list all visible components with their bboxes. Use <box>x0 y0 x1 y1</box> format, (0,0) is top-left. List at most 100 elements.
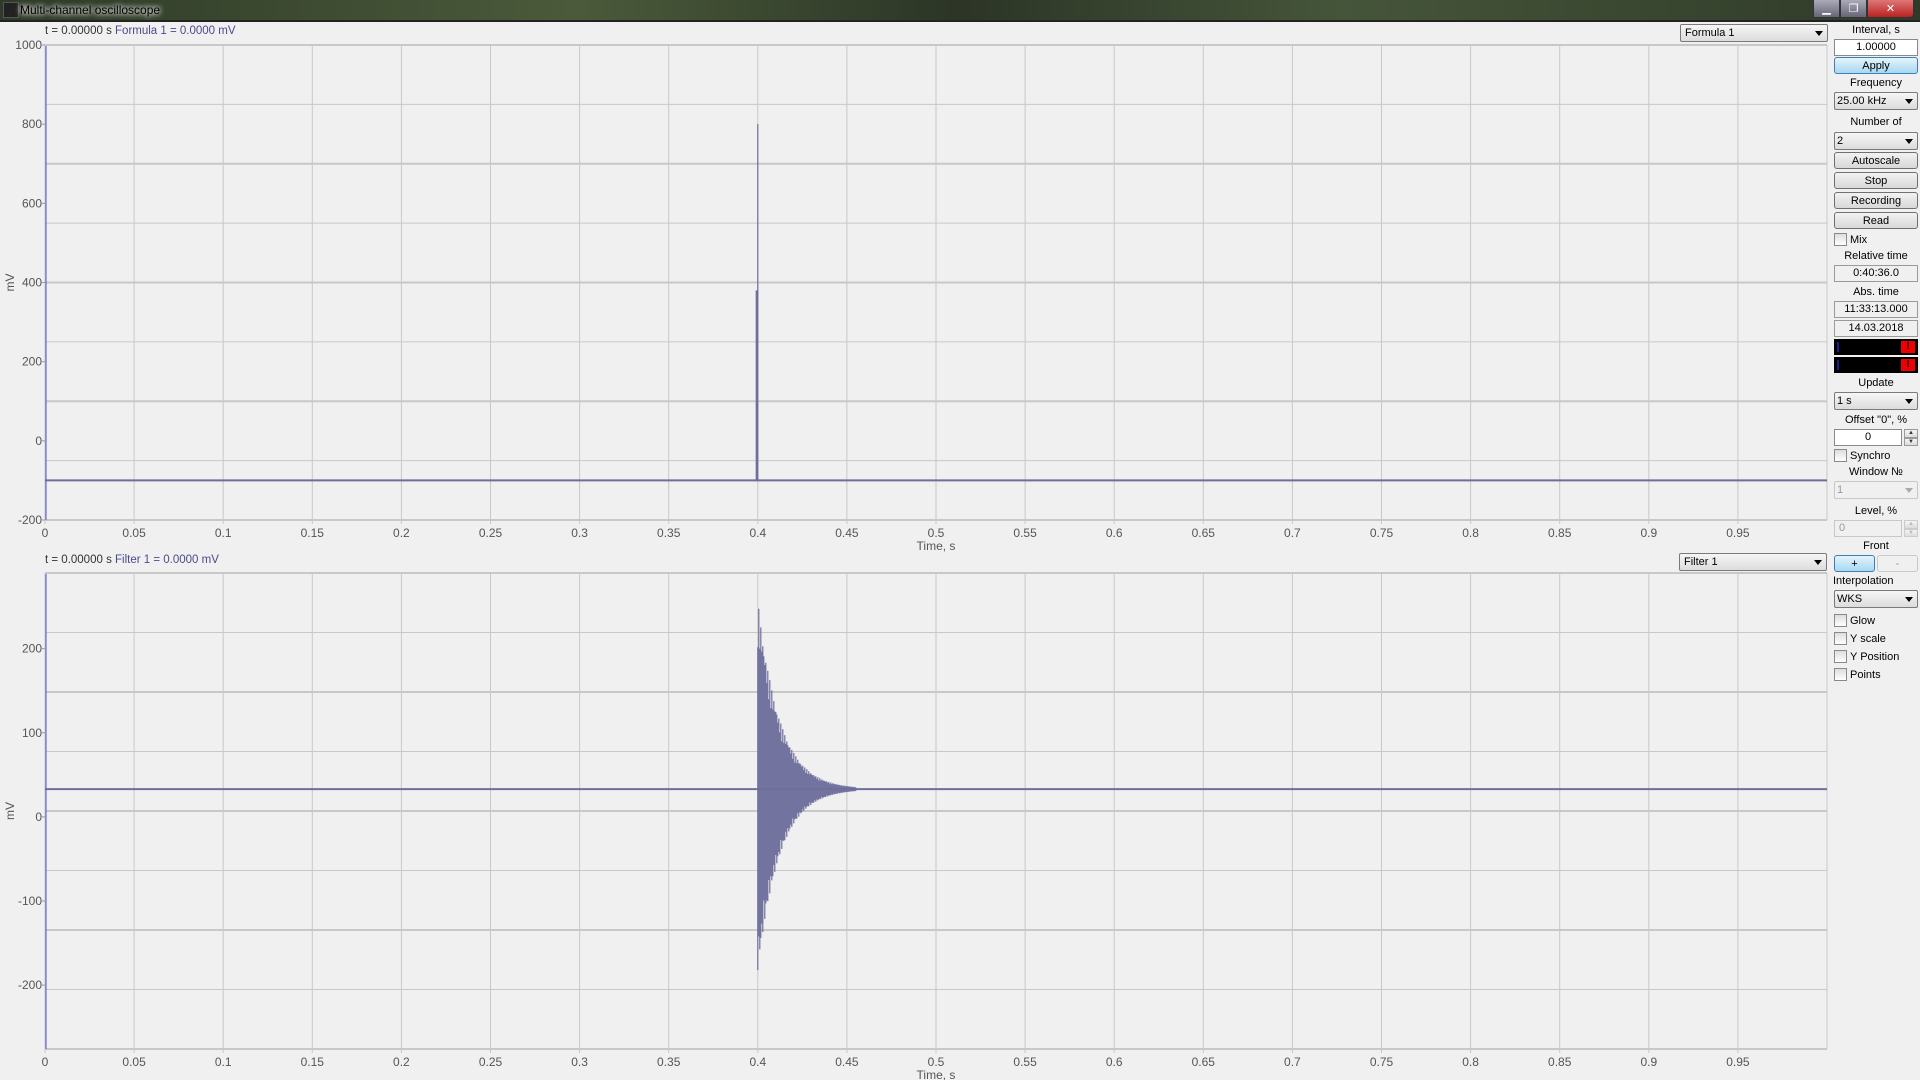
x-tick-label: 0.95 <box>1726 1055 1750 1069</box>
update-value: 1 s <box>1837 395 1852 407</box>
checkbox-box[interactable] <box>1834 650 1847 663</box>
relative-time-label: Relative time <box>1844 250 1908 262</box>
x-tick-label: 0.05 <box>122 1055 146 1069</box>
interpolation-select[interactable]: WKS <box>1834 590 1918 608</box>
apply-button[interactable]: Apply <box>1834 57 1918 74</box>
mix-label: Mix <box>1850 233 1868 246</box>
x-tick-label: 0.75 <box>1370 526 1394 540</box>
spin-down-icon[interactable]: ▼ <box>1904 437 1918 446</box>
y-tick-label: 200 <box>22 642 42 656</box>
chevron-down-icon <box>1905 488 1913 493</box>
x-tick-label: 0.35 <box>657 1055 681 1069</box>
offset-input[interactable]: 0 <box>1834 429 1902 446</box>
y-tick-label: 800 <box>22 117 42 131</box>
spin-down-icon[interactable]: ▼ <box>1904 528 1918 537</box>
x-tick-label: 0.15 <box>301 526 325 540</box>
x-tick-label: 0.55 <box>1013 526 1037 540</box>
abs-date-value: 14.03.2018 <box>1834 320 1918 337</box>
relative-time-value: 0:40:36.0 <box>1834 265 1918 282</box>
control-panel: Interval, s 1.00000 Apply Frequency 25.0… <box>1832 22 1920 683</box>
glow-checkbox[interactable]: Glow <box>1834 612 1920 629</box>
level-bar <box>1837 342 1839 352</box>
x-tick-label: 0.1 <box>215 526 232 540</box>
spin-up-icon[interactable]: ▲ <box>1904 429 1918 438</box>
mix-checkbox[interactable]: Mix <box>1834 231 1920 248</box>
window-select[interactable]: 1 <box>1834 481 1918 499</box>
read-button[interactable]: Read <box>1834 212 1918 229</box>
x-tick-label: 0.65 <box>1192 1055 1216 1069</box>
checkbox-box[interactable] <box>1834 614 1847 627</box>
x-tick-label: 0.25 <box>479 1055 503 1069</box>
interval-label: Interval, s <box>1852 24 1900 36</box>
x-tick-label: 0.2 <box>393 526 410 540</box>
chevron-down-icon <box>1905 597 1913 602</box>
update-select[interactable]: 1 s <box>1834 392 1918 410</box>
title-bar: Multi-channel oscilloscope ▁ ❐ ✕ <box>0 0 1920 22</box>
minimize-button[interactable]: ▁ <box>1813 0 1840 18</box>
x-tick-label: 0.7 <box>1284 526 1301 540</box>
level-input[interactable]: 0 <box>1834 520 1902 537</box>
x-tick-label: 0.45 <box>835 1055 859 1069</box>
x-tick-label: 0.4 <box>749 526 766 540</box>
points-checkbox[interactable]: Points <box>1834 666 1920 683</box>
number-value: 2 <box>1837 135 1844 147</box>
frequency-value: 25.00 kHz <box>1837 95 1887 107</box>
checkbox-box[interactable] <box>1834 449 1847 462</box>
x-tick-label: 0.8 <box>1462 1055 1479 1069</box>
chevron-down-icon <box>1905 139 1913 144</box>
x-tick-label: 0.35 <box>657 526 681 540</box>
x-tick-label: 0.4 <box>749 1055 766 1069</box>
x-tick-label: 0.8 <box>1462 526 1479 540</box>
x-tick-label: 0.25 <box>479 526 503 540</box>
stop-button[interactable]: Stop <box>1834 172 1918 189</box>
front-minus-button[interactable]: - <box>1877 555 1918 572</box>
x-tick-label: 0 <box>42 1055 49 1069</box>
front-plus-button[interactable]: + <box>1834 555 1875 572</box>
synchro-checkbox[interactable]: Synchro <box>1834 447 1920 464</box>
y-position-checkbox[interactable]: Y Position <box>1834 648 1920 665</box>
y-axis-label: mV <box>3 802 17 820</box>
abs-time-label: Abs. time <box>1853 286 1899 298</box>
y-tick-label: 600 <box>22 196 42 210</box>
level-spinner[interactable]: 0 ▲ ▼ <box>1834 520 1918 537</box>
autoscale-button[interactable]: Autoscale <box>1834 152 1918 169</box>
interpolation-label: Interpolation <box>1833 575 1894 587</box>
maximize-button[interactable]: ❐ <box>1840 0 1867 18</box>
offset-label: Offset "0", % <box>1844 414 1908 426</box>
x-axis-label: Time, s <box>917 1068 956 1080</box>
chevron-down-icon <box>1905 399 1913 404</box>
x-tick-label: 0.7 <box>1284 1055 1301 1069</box>
synchro-label: Synchro <box>1850 449 1891 462</box>
interval-input[interactable]: 1.00000 <box>1834 39 1918 56</box>
x-tick-label: 0.75 <box>1370 1055 1394 1069</box>
close-button[interactable]: ✕ <box>1867 0 1914 18</box>
chart-formula[interactable]: 0 0.05 0.1 0.15 0.2 0.25 0.3 0.35 0.4 0.45 0.5 0.55… <box>0 22 1830 552</box>
chart-filter[interactable]: 0 0.05 0.1 0.15 0.2 0.25 0.3 0.35 0.4 0.45 0.5 0.55… <box>0 551 1830 1080</box>
recording-button[interactable]: Recording <box>1834 192 1918 209</box>
number-select[interactable]: 2 <box>1834 132 1918 150</box>
checkbox-box[interactable] <box>1834 233 1847 246</box>
y-position-label: Y Position <box>1850 650 1900 663</box>
frequency-select[interactable]: 25.00 kHz <box>1834 92 1918 110</box>
y-tick-label: -100 <box>18 894 42 908</box>
y-scale-checkbox[interactable]: Y scale <box>1834 630 1920 647</box>
y-tick-label: 0 <box>35 434 42 448</box>
x-tick-label: 0.55 <box>1013 1055 1037 1069</box>
checkbox-box[interactable] <box>1834 632 1847 645</box>
x-tick-label: 0.2 <box>393 1055 410 1069</box>
chevron-down-icon <box>1905 99 1913 104</box>
frequency-label: Frequency <box>1850 77 1902 89</box>
update-label: Update <box>1858 377 1894 389</box>
y-tick-label: 100 <box>22 726 42 740</box>
checkbox-box[interactable] <box>1834 668 1847 681</box>
x-tick-label: 0.15 <box>301 1055 325 1069</box>
y-tick-label: 0 <box>35 810 42 824</box>
x-tick-label: 0.85 <box>1548 526 1572 540</box>
alarm-icon: ! <box>1901 341 1915 353</box>
x-tick-label: 0.9 <box>1640 1055 1657 1069</box>
x-tick-label: 0.9 <box>1640 526 1657 540</box>
offset-spinner[interactable]: 0 ▲ ▼ <box>1834 429 1918 446</box>
spin-up-icon[interactable]: ▲ <box>1904 520 1918 529</box>
alarm-icon: ! <box>1901 359 1915 371</box>
front-label: Front <box>1863 540 1889 552</box>
